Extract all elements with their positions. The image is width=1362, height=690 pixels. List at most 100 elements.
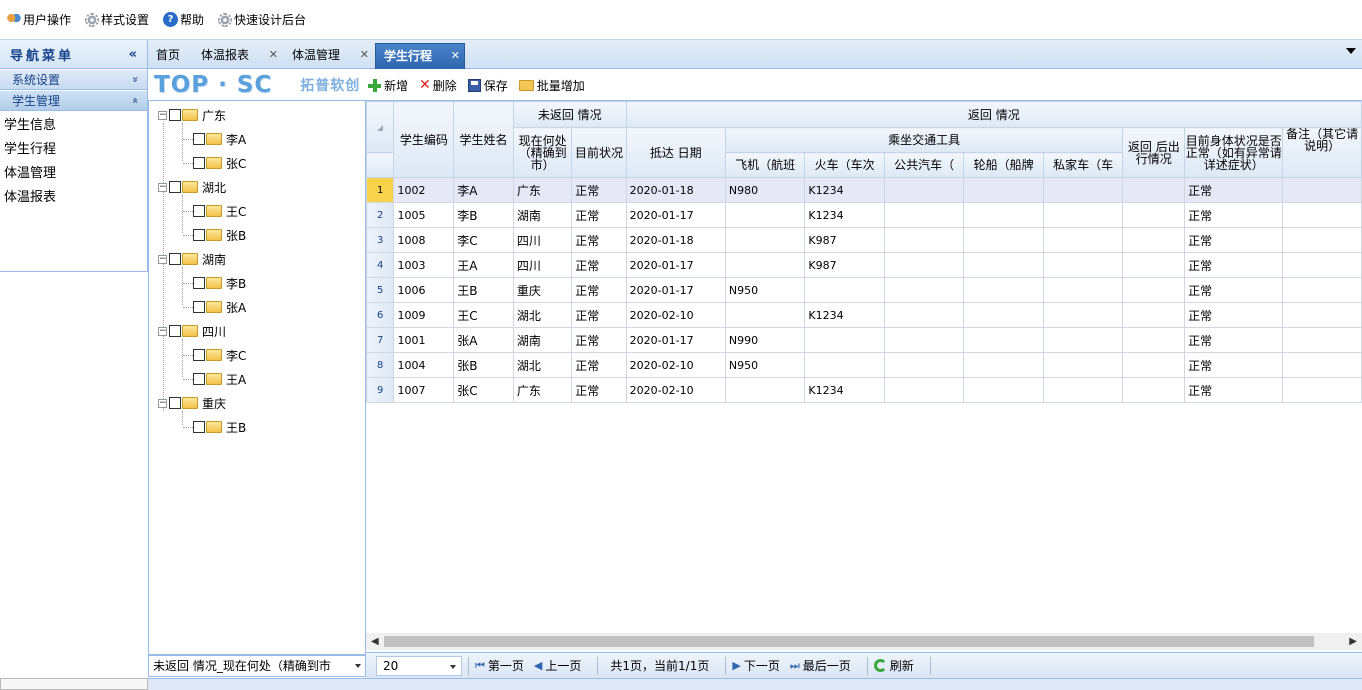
cell-travel[interactable] (1122, 377, 1186, 403)
close-icon[interactable]: ✕ (451, 44, 460, 68)
table-row[interactable]: 9 1007 张C 广东 正常 2020-02-10 K1234 正常 (366, 377, 1362, 403)
cell-train[interactable] (804, 277, 885, 303)
collapse-icon[interactable]: − (158, 254, 167, 264)
scrollbar-thumb[interactable] (384, 636, 1314, 647)
cell-remark[interactable] (1282, 252, 1362, 278)
table-row[interactable]: 3 1008 李C 四川 正常 2020-01-18 K987 正常 (366, 227, 1362, 253)
row-number[interactable]: 9 (366, 377, 395, 403)
cell-private-car[interactable] (1042, 327, 1124, 353)
header-current-location[interactable]: 现在何处（精确到市） (512, 127, 573, 178)
cell-bus[interactable] (883, 177, 965, 203)
header-travel-after-return[interactable]: 返回 后出行情况 (1122, 127, 1186, 178)
tree-checkbox[interactable] (193, 301, 205, 313)
help-button[interactable]: ? 帮助 (163, 11, 204, 28)
cell-location[interactable]: 四川 (512, 227, 573, 253)
cell-plane[interactable]: N980 (724, 177, 806, 203)
cell-student-name[interactable]: 王B (453, 277, 514, 303)
tree-node-student[interactable]: 李A (193, 128, 246, 150)
header-student-id[interactable]: 学生编码 (393, 101, 455, 178)
tree-checkbox[interactable] (169, 325, 181, 337)
cell-bus[interactable] (883, 352, 965, 378)
cell-plane[interactable] (724, 202, 806, 228)
cell-private-car[interactable] (1042, 202, 1124, 228)
tree-node-student[interactable]: 李C (193, 344, 246, 366)
cell-private-car[interactable] (1042, 352, 1124, 378)
header-health-status[interactable]: 目前身体状况是否正常（如有异常请详述症状） (1184, 127, 1284, 178)
cell-train[interactable] (804, 352, 885, 378)
sidebar-item-student-trip[interactable]: 学生行程 (0, 138, 147, 162)
next-page-button[interactable]: ▶ 下一页 (732, 657, 779, 674)
cell-arrival-date[interactable]: 2020-02-10 (625, 302, 726, 328)
tree-checkbox[interactable] (169, 109, 181, 121)
cell-bus[interactable] (883, 327, 965, 353)
row-number[interactable]: 2 (366, 202, 395, 228)
cell-status[interactable]: 正常 (571, 177, 627, 203)
cell-ship[interactable] (963, 352, 1044, 378)
collapse-icon[interactable]: − (158, 398, 167, 408)
cell-student-name[interactable]: 李A (453, 177, 514, 203)
header-remark[interactable]: 备注（其它请说明） (1282, 127, 1362, 178)
cell-student-id[interactable]: 1002 (393, 177, 455, 203)
collapse-icon[interactable]: − (158, 110, 167, 120)
cell-status[interactable]: 正常 (571, 277, 627, 303)
cell-train[interactable]: K1234 (804, 302, 885, 328)
cell-train[interactable]: K1234 (804, 377, 885, 403)
cell-travel[interactable] (1122, 352, 1186, 378)
cell-ship[interactable] (963, 302, 1044, 328)
table-row[interactable]: 7 1001 张A 湖南 正常 2020-01-17 N990 正常 (366, 327, 1362, 353)
sidebar-item-temperature-report[interactable]: 体温报表 (0, 186, 147, 210)
delete-button[interactable]: ✕ 删除 (419, 77, 457, 94)
tab-home[interactable]: 首页 (148, 43, 193, 69)
sidebar-item-student-info[interactable]: 学生信息 (0, 114, 147, 138)
cell-private-car[interactable] (1042, 252, 1124, 278)
cell-remark[interactable] (1282, 227, 1362, 253)
table-row[interactable]: 1 1002 李A 广东 正常 2020-01-18 N980 K1234 正常 (366, 177, 1362, 203)
cell-ship[interactable] (963, 327, 1044, 353)
cell-plane[interactable] (724, 302, 806, 328)
cell-travel[interactable] (1122, 327, 1186, 353)
cell-student-id[interactable]: 1007 (393, 377, 455, 403)
cell-train[interactable]: K987 (804, 227, 885, 253)
tree-node-province[interactable]: − 湖北 (158, 176, 226, 198)
cell-status[interactable]: 正常 (571, 252, 627, 278)
cell-student-name[interactable]: 李B (453, 202, 514, 228)
cell-train[interactable]: K1234 (804, 202, 885, 228)
minimized-window[interactable] (0, 678, 148, 690)
cell-location[interactable]: 湖北 (512, 302, 573, 328)
row-number[interactable]: 8 (366, 352, 395, 378)
style-settings-button[interactable]: 样式设置 (85, 11, 149, 28)
cell-student-name[interactable]: 王A (453, 252, 514, 278)
cell-remark[interactable] (1282, 377, 1362, 403)
cell-student-name[interactable]: 张A (453, 327, 514, 353)
cell-health[interactable]: 正常 (1184, 302, 1284, 328)
tab-temperature-report[interactable]: 体温报表 ✕ (193, 43, 282, 69)
cell-student-name[interactable]: 张C (453, 377, 514, 403)
cell-health[interactable]: 正常 (1184, 202, 1284, 228)
cell-location[interactable]: 湖北 (512, 352, 573, 378)
table-row[interactable]: 8 1004 张B 湖北 正常 2020-02-10 N950 正常 (366, 352, 1362, 378)
table-row[interactable]: 4 1003 王A 四川 正常 2020-01-17 K987 正常 (366, 252, 1362, 278)
cell-bus[interactable] (883, 277, 965, 303)
cell-status[interactable]: 正常 (571, 377, 627, 403)
tab-menu-dropdown-icon[interactable] (1346, 48, 1356, 54)
scroll-left-icon[interactable]: ◀ (371, 636, 379, 647)
tree-node-student[interactable]: 张A (193, 296, 246, 318)
cell-arrival-date[interactable]: 2020-01-18 (625, 177, 726, 203)
tree-node-student[interactable]: 李B (193, 272, 246, 294)
row-number[interactable]: 4 (366, 252, 395, 278)
cell-bus[interactable] (883, 302, 965, 328)
tree-checkbox[interactable] (169, 253, 181, 265)
cell-student-id[interactable]: 1009 (393, 302, 455, 328)
cell-plane[interactable] (724, 252, 806, 278)
cell-status[interactable]: 正常 (571, 202, 627, 228)
cell-remark[interactable] (1282, 327, 1362, 353)
cell-private-car[interactable] (1042, 277, 1124, 303)
tree-checkbox[interactable] (193, 205, 205, 217)
cell-ship[interactable] (963, 277, 1044, 303)
row-number[interactable]: 1 (366, 177, 395, 203)
quick-design-button[interactable]: 快速设计后台 (218, 11, 306, 28)
cell-health[interactable]: 正常 (1184, 227, 1284, 253)
cell-plane[interactable]: N950 (724, 352, 806, 378)
cell-plane[interactable]: N950 (724, 277, 806, 303)
table-row[interactable]: 2 1005 李B 湖南 正常 2020-01-17 K1234 正常 (366, 202, 1362, 228)
